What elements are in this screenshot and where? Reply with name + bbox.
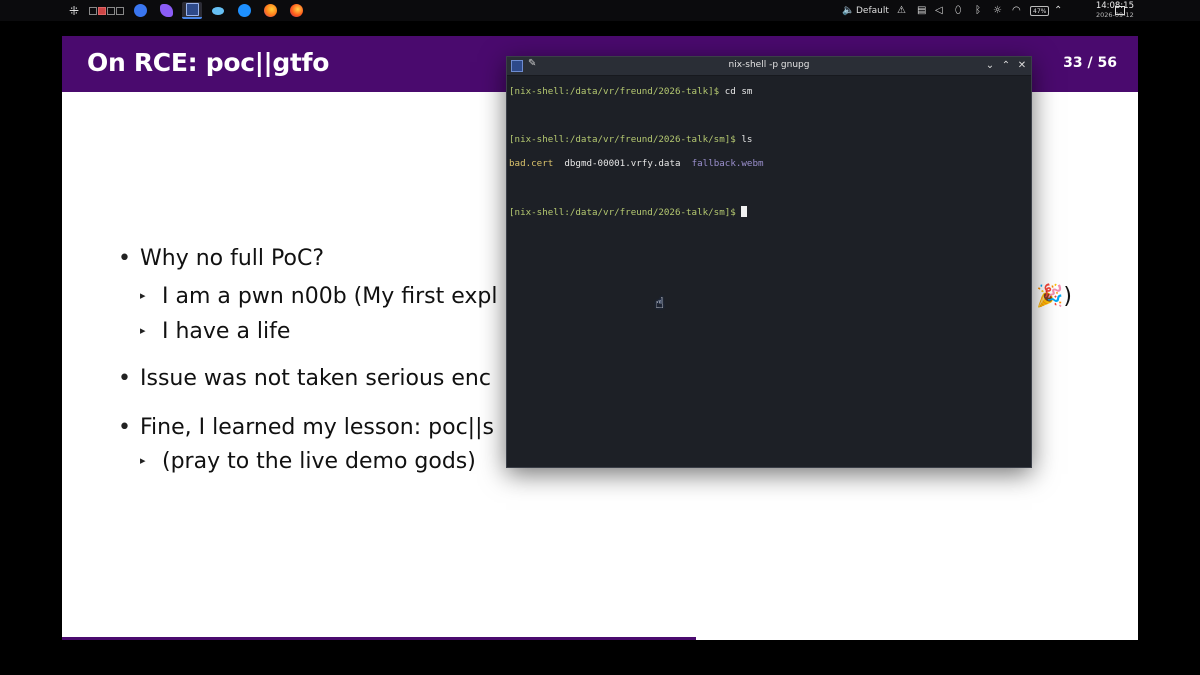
bullet-item: • Fine, I learned my lesson: poc||s bbox=[118, 415, 494, 440]
bullet-item: • Why no full PoC? bbox=[118, 246, 324, 271]
notifications-icon[interactable]: ⚠ bbox=[897, 2, 906, 19]
shell-command: ls bbox=[735, 134, 753, 145]
presentation-icon[interactable] bbox=[182, 2, 202, 19]
bullet-text: Issue was not taken serious enc bbox=[140, 366, 491, 391]
terminal-line: [nix-shell:/data/vr/freund/2026-talk/sm]… bbox=[509, 206, 1029, 219]
battery-indicator[interactable]: 47% bbox=[1030, 6, 1050, 16]
ls-output-line: bad.cert dbgmd-00001.vrfy.data fallback.… bbox=[509, 158, 1029, 170]
text-cursor bbox=[741, 206, 748, 217]
slide-page-number: 33 / 56 bbox=[1063, 55, 1117, 71]
bluetooth-battery-icon[interactable]: ⬯ bbox=[955, 2, 961, 19]
bullet-text: Fine, I learned my lesson: poc||s bbox=[140, 415, 494, 440]
shell-prompt: [nix-shell:/data/vr/freund/2026-talk]$ bbox=[509, 86, 720, 97]
shell-prompt: [nix-shell:/data/vr/freund/2026-talk/sm]… bbox=[509, 134, 736, 145]
sub-bullet-item: ▸ I am a pwn n00b (My first expl bbox=[140, 284, 498, 309]
terminal-output[interactable]: [nix-shell:/data/vr/freund/2026-talk]$ c… bbox=[507, 76, 1031, 219]
signal-icon[interactable] bbox=[130, 2, 150, 19]
firefox-icon[interactable] bbox=[260, 2, 280, 19]
terminal-titlebar[interactable]: ✎ nix-shell -p gnupg ⌄ ⌃ ✕ bbox=[507, 57, 1031, 76]
bullet-text: I have a life bbox=[162, 319, 291, 344]
audio-profile-label[interactable]: Default bbox=[856, 2, 889, 19]
slide-progress-bar bbox=[62, 637, 696, 640]
audio-device-icon[interactable]: 🔈 bbox=[842, 2, 854, 19]
bullet-text: (pray to the live demo gods) bbox=[162, 449, 476, 474]
bluetooth-icon[interactable]: ᛒ bbox=[975, 2, 981, 19]
browser-icon[interactable] bbox=[234, 2, 254, 19]
shell-prompt: [nix-shell:/data/vr/freund/2026-talk/sm]… bbox=[509, 207, 736, 218]
slide-title: On RCE: poc||gtfo bbox=[87, 48, 330, 77]
terminal-window[interactable]: ✎ nix-shell -p gnupg ⌄ ⌃ ✕ [nix-shell:/d… bbox=[506, 56, 1032, 468]
desktop-2[interactable] bbox=[97, 6, 106, 15]
close-button[interactable]: ✕ bbox=[1015, 59, 1029, 73]
brightness-icon[interactable]: ☼ bbox=[993, 2, 1002, 19]
ls-entry-data: dbgmd-00001.vrfy.data bbox=[564, 158, 681, 169]
terminal-title: nix-shell -p gnupg bbox=[728, 60, 810, 70]
wifi-icon[interactable]: ◠ bbox=[1012, 2, 1021, 19]
app-launcher-icon[interactable]: ⁜ bbox=[66, 2, 82, 19]
bullet-tail: 🎉) bbox=[1036, 284, 1072, 309]
minimize-button[interactable]: ⌄ bbox=[983, 59, 997, 73]
mouse-pointer-icon: ☝ bbox=[655, 294, 665, 312]
maximize-button[interactable]: ⌃ bbox=[999, 59, 1013, 73]
ls-entry-cert: bad.cert bbox=[509, 158, 554, 169]
desktop-4[interactable] bbox=[115, 6, 124, 15]
bullet-text: Why no full PoC? bbox=[140, 246, 324, 271]
show-desktop-icon[interactable] bbox=[1114, 2, 1126, 19]
desktop-3[interactable] bbox=[106, 6, 115, 15]
sub-bullet-item: ▸ I have a life bbox=[140, 319, 291, 344]
bullet-item: • Issue was not taken serious enc bbox=[118, 366, 491, 391]
sub-bullet-item: ▸ (pray to the live demo gods) bbox=[140, 449, 476, 474]
ls-entry-webm: fallback.webm bbox=[691, 158, 764, 169]
desktop-1[interactable] bbox=[88, 6, 97, 15]
firefox-dev-icon[interactable] bbox=[286, 2, 306, 19]
obsidian-icon[interactable] bbox=[156, 2, 176, 19]
tray-expand-icon[interactable]: ⌃ bbox=[1054, 2, 1062, 19]
terminal-line: [nix-shell:/data/vr/freund/2026-talk/sm]… bbox=[509, 134, 1029, 146]
shell-command: cd sm bbox=[719, 86, 753, 97]
steam-icon[interactable] bbox=[208, 2, 228, 19]
clipboard-icon[interactable]: ▤ bbox=[917, 2, 926, 19]
bullet-text: I am a pwn n00b (My first expl bbox=[162, 284, 498, 309]
volume-muted-icon[interactable]: ◁ bbox=[935, 2, 943, 19]
terminal-line: [nix-shell:/data/vr/freund/2026-talk]$ c… bbox=[509, 86, 1029, 98]
virtual-desktop-pager[interactable] bbox=[88, 2, 124, 19]
top-panel: ⁜ 🔈 Default ⚠ ▤ ◁ ⬯ ᛒ ☼ ◠ 47% ⌃ 14:08:15… bbox=[0, 0, 1200, 21]
